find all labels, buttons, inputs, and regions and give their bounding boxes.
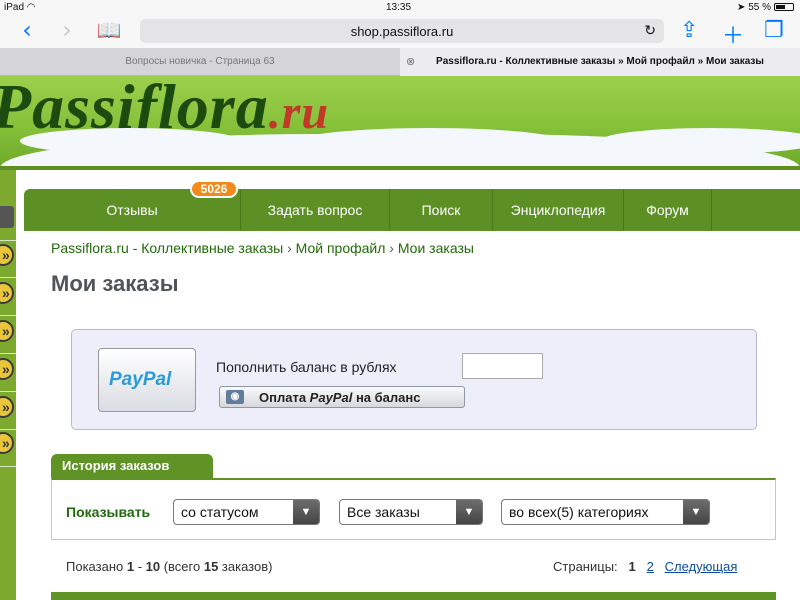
page-title: Мои заказы [51,271,179,296]
breadcrumb-separator: › [287,240,292,256]
orders-select-value: Все заказы [347,504,420,520]
menu-item-forum[interactable]: Форум [624,189,712,231]
main-menu: Отзывы Задать вопрос Поиск Энциклопедия … [24,189,800,231]
ipad-screen: iPad ◠ 13:35 ➤ 55 % ‹ › 📖 shop.passiflor… [0,0,800,600]
battery-percent: 55 % [748,2,771,13]
pages-label: Страницы: [553,559,618,574]
breadcrumb: Passiflora.ru - Коллективные заказы › Мо… [51,240,474,256]
sidebar-divider [0,240,16,241]
breadcrumb-separator: › [389,240,394,256]
breadcrumb-link[interactable]: Мой профайл [296,240,386,256]
results-summary: Показано 1 - 10 (всего 15 заказов) [66,559,273,574]
orders-table-header [51,592,776,600]
tab-inactive[interactable]: Вопросы новичка - Страница 63 [0,48,400,76]
wifi-icon: ◠ [26,2,36,13]
left-sidebar [0,170,16,600]
sidebar-collapse-icon[interactable] [0,206,14,228]
paypal-topup-box: PayPal Пополнить баланс в рублях ◉ Оплат… [71,329,757,430]
chevron-down-icon: ▼ [293,500,319,524]
safari-toolbar: ‹ › 📖 shop.passiflora.ru ↻ ⇪ ＋ ❐ [0,15,800,50]
tabs-icon[interactable]: ❐ [764,18,784,43]
orders-select[interactable]: Все заказы ▼ [339,499,483,525]
category-select[interactable]: во всех(5) категориях ▼ [501,499,710,525]
new-tab-icon[interactable]: ＋ [722,18,744,50]
breadcrumb-link[interactable]: Мои заказы [398,240,474,256]
status-bar: iPad ◠ 13:35 ➤ 55 % [0,0,800,15]
paypal-pay-button[interactable]: ◉ Оплата PayPal на баланс [219,386,465,408]
pagination: Страницы: 1 2 Следующая [553,559,737,574]
sidebar-divider [0,429,16,430]
url-text: shop.passiflora.ru [350,24,454,39]
category-select-value: во всех(5) категориях [509,504,649,520]
topup-label: Пополнить баланс в рублях [216,359,397,375]
reviews-count-badge: 5026 [190,180,238,198]
location-icon: ➤ [737,2,746,13]
paypal-pay-button-label: Оплата PayPal на баланс [259,390,421,405]
menu-item-ask[interactable]: Задать вопрос [241,189,390,231]
site-header: Passiflora.ru [0,76,800,168]
topup-amount-input[interactable] [462,353,543,379]
tab-active[interactable]: ⊗ Passiflora.ru - Коллективные заказы » … [400,48,800,76]
clock: 13:35 [386,2,412,13]
share-icon[interactable]: ⇪ [680,18,698,43]
sidebar-divider [0,315,16,316]
tab-title: Passiflora.ru - Коллективные заказы » Мо… [436,56,764,67]
forward-icon[interactable]: › [54,17,80,45]
header-divider [0,166,800,170]
device-label: iPad ◠ [4,2,36,13]
next-page-link[interactable]: Следующая [665,559,738,574]
show-label: Показывать [66,504,151,520]
order-filter-box: Показывать со статусом ▼ Все заказы ▼ во… [51,478,776,540]
current-page: 1 [628,559,636,574]
chevron-down-icon: ▼ [456,500,482,524]
sidebar-divider [0,353,16,354]
menu-item-encyclopedia[interactable]: Энциклопедия [493,189,624,231]
reload-icon[interactable]: ↻ [644,22,656,39]
back-icon[interactable]: ‹ [14,17,40,45]
breadcrumb-link[interactable]: Passiflora.ru - Коллективные заказы [51,240,283,256]
status-select[interactable]: со статусом ▼ [173,499,320,525]
paypal-card-image: PayPal [98,348,196,412]
order-history-tab[interactable]: История заказов [51,454,213,478]
address-bar[interactable]: shop.passiflora.ru ↻ [140,19,664,43]
money-icon: ◉ [226,390,244,404]
menu-item-search[interactable]: Поиск [390,189,493,231]
tab-bar: Вопросы новичка - Страница 63 ⊗ Passiflo… [0,48,800,76]
sidebar-divider [0,391,16,392]
battery-icon [774,3,794,11]
bookmarks-icon[interactable]: 📖 [96,17,122,45]
sidebar-divider [0,277,16,278]
chevron-down-icon: ▼ [683,500,709,524]
status-select-value: со статусом [181,504,259,520]
sidebar-divider [0,466,16,467]
close-icon[interactable]: ⊗ [406,48,415,76]
paypal-logo: PayPal [109,369,172,390]
page-2-link[interactable]: 2 [647,559,654,574]
battery-status: ➤ 55 % [737,2,794,13]
